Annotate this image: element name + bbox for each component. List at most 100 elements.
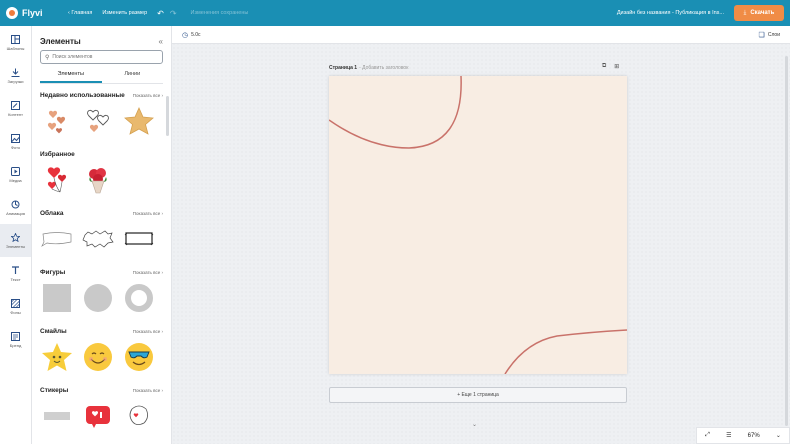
photo-icon [11,133,20,143]
chevron-down-icon[interactable]: ⌄ [472,421,477,428]
section-header: Избранное [40,148,163,160]
download-button[interactable]: ⤓ Скачать [734,5,784,21]
timer-icon: ◷ [182,31,189,39]
add-page-button[interactable]: + Еще 1 страница [329,387,627,403]
rail-item-upload[interactable]: Загрузки [0,59,31,92]
panel-scrollbar[interactable] [166,96,169,136]
square-shape-icon [42,284,71,312]
star-smiley-icon [41,343,72,371]
gold-star-element[interactable] [122,105,155,138]
label-sticker-icon [43,412,70,420]
sunglasses-face-element[interactable] [122,341,155,374]
tab-elements[interactable]: Элементы [40,68,102,83]
animation-duration[interactable]: ◷ 5.0с [182,31,201,39]
ring-shape-icon [124,284,153,312]
circle-shape-icon [83,284,112,312]
rough-banner-element[interactable] [122,223,155,256]
search-icon: ⚲ [45,54,50,61]
search-input[interactable] [52,54,153,60]
sunglasses-face-icon [124,343,153,371]
tab-lines[interactable]: Линии [102,68,164,83]
show-all-link[interactable]: Показать все › [133,211,163,216]
left-rail: Шаблоны Загрузки Контент Фото Медиа Аним… [0,26,32,444]
rail-item-elements[interactable]: Элементы [0,224,31,257]
show-all-link[interactable]: Показать все › [133,329,163,334]
rail-item-brand[interactable]: Бренд [0,323,31,356]
collapse-panel-icon[interactable]: « [159,37,163,46]
smiling-face-element[interactable] [81,341,114,374]
fit-icon[interactable]: ☰ [726,432,731,439]
canvas-artwork [329,76,627,374]
section-favorites: Избранное [32,148,171,200]
show-all-label: Показать все [132,387,161,393]
doodle-sticker-element[interactable] [122,400,155,433]
panel-title: Элементы [40,37,81,46]
rail-label: Бренд [9,342,22,348]
search-box[interactable]: ⚲ [40,50,163,64]
show-all-label: Показать все [132,92,161,98]
rail-item-content[interactable]: Контент [0,92,31,125]
section-header: Стикеры Показать все › [40,384,163,396]
hearts-cluster-element[interactable] [40,105,73,138]
chevron-down-icon[interactable]: ⌄ [776,432,781,439]
zoom-value[interactable]: 67% [748,433,760,439]
rail-item-text[interactable]: Текст [0,257,31,290]
text-icon [12,265,19,274]
redo-icon[interactable]: ↷ [170,9,177,18]
duplicate-page-icon[interactable]: ⧉ [602,63,606,70]
speech-bubble-element[interactable] [40,223,73,256]
add-page-title-link[interactable]: - Добавить заголовок [359,65,408,71]
section-shapes: Фигуры Показать все › [32,266,171,318]
show-all-label: Показать все [132,328,161,334]
line-hearts-icon [86,109,109,132]
home-link[interactable]: ‹ Главная [68,10,92,16]
layers-button[interactable]: ❏ Слои [759,31,780,39]
line-hearts-element[interactable] [81,105,114,138]
workspace-scrollbar[interactable] [785,56,788,426]
resize-link[interactable]: Изменить размер [102,10,147,16]
canvas-toolbar: ◷ 5.0с ❏ Слои [172,26,790,44]
rail-item-media[interactable]: Медиа [0,158,31,191]
page-actions: ⧉ ⊞ [602,63,619,70]
heart-balloons-icon [47,167,66,193]
zoom-bar: ⤢ ☰ 67% ⌄ [696,427,790,444]
download-button-label: Скачать [750,10,775,16]
show-all-link[interactable]: Показать все › [133,93,163,98]
burst-bubble-element[interactable] [81,223,114,256]
animation-icon [11,200,20,208]
ring-shape-element[interactable] [122,282,155,315]
show-all-link[interactable]: Показать все › [133,388,163,393]
section-title: Смайлы [40,327,67,335]
design-canvas[interactable] [329,76,627,374]
rail-item-templates[interactable]: Шаблоны [0,26,31,59]
like-sticker-icon [85,406,110,428]
rail-label: Текст [10,276,21,282]
rail-item-animation[interactable]: Анимация [0,191,31,224]
rail-label: Фоны [10,309,21,315]
app-name: Flyvi [22,8,43,18]
section-header: Облака Показать все › [40,207,163,219]
expand-icon[interactable]: ⤢ [705,432,710,439]
rail-item-backgrounds[interactable]: Фоны [0,290,31,323]
section-stickers: Стикеры Показать все › [32,384,171,436]
media-icon [11,166,20,176]
rose-bouquet-element[interactable] [81,164,114,197]
star-smiley-element[interactable] [40,341,73,374]
section-header: Фигуры Показать все › [40,266,163,278]
square-shape-element[interactable] [40,282,73,315]
section-title: Стикеры [40,386,69,394]
rail-item-photo[interactable]: Фото [0,125,31,158]
app-logo[interactable]: Flyvi [6,7,58,19]
label-sticker-element[interactable] [40,400,73,433]
add-page-icon[interactable]: ⊞ [614,63,619,70]
home-link-label: Главная [71,10,93,16]
undo-icon[interactable]: ↶ [157,9,164,18]
show-all-link[interactable]: Показать все › [133,270,163,275]
section-recent: Недавно использованные Показать все › [32,89,171,141]
heart-balloons-element[interactable] [40,164,73,197]
document-name[interactable]: Дизайн без названия - Публикация в Ins..… [617,10,724,16]
circle-shape-element[interactable] [81,282,114,315]
layers-label: Слои [767,31,780,38]
section-title: Недавно использованные [40,91,125,99]
like-sticker-element[interactable] [81,400,114,433]
